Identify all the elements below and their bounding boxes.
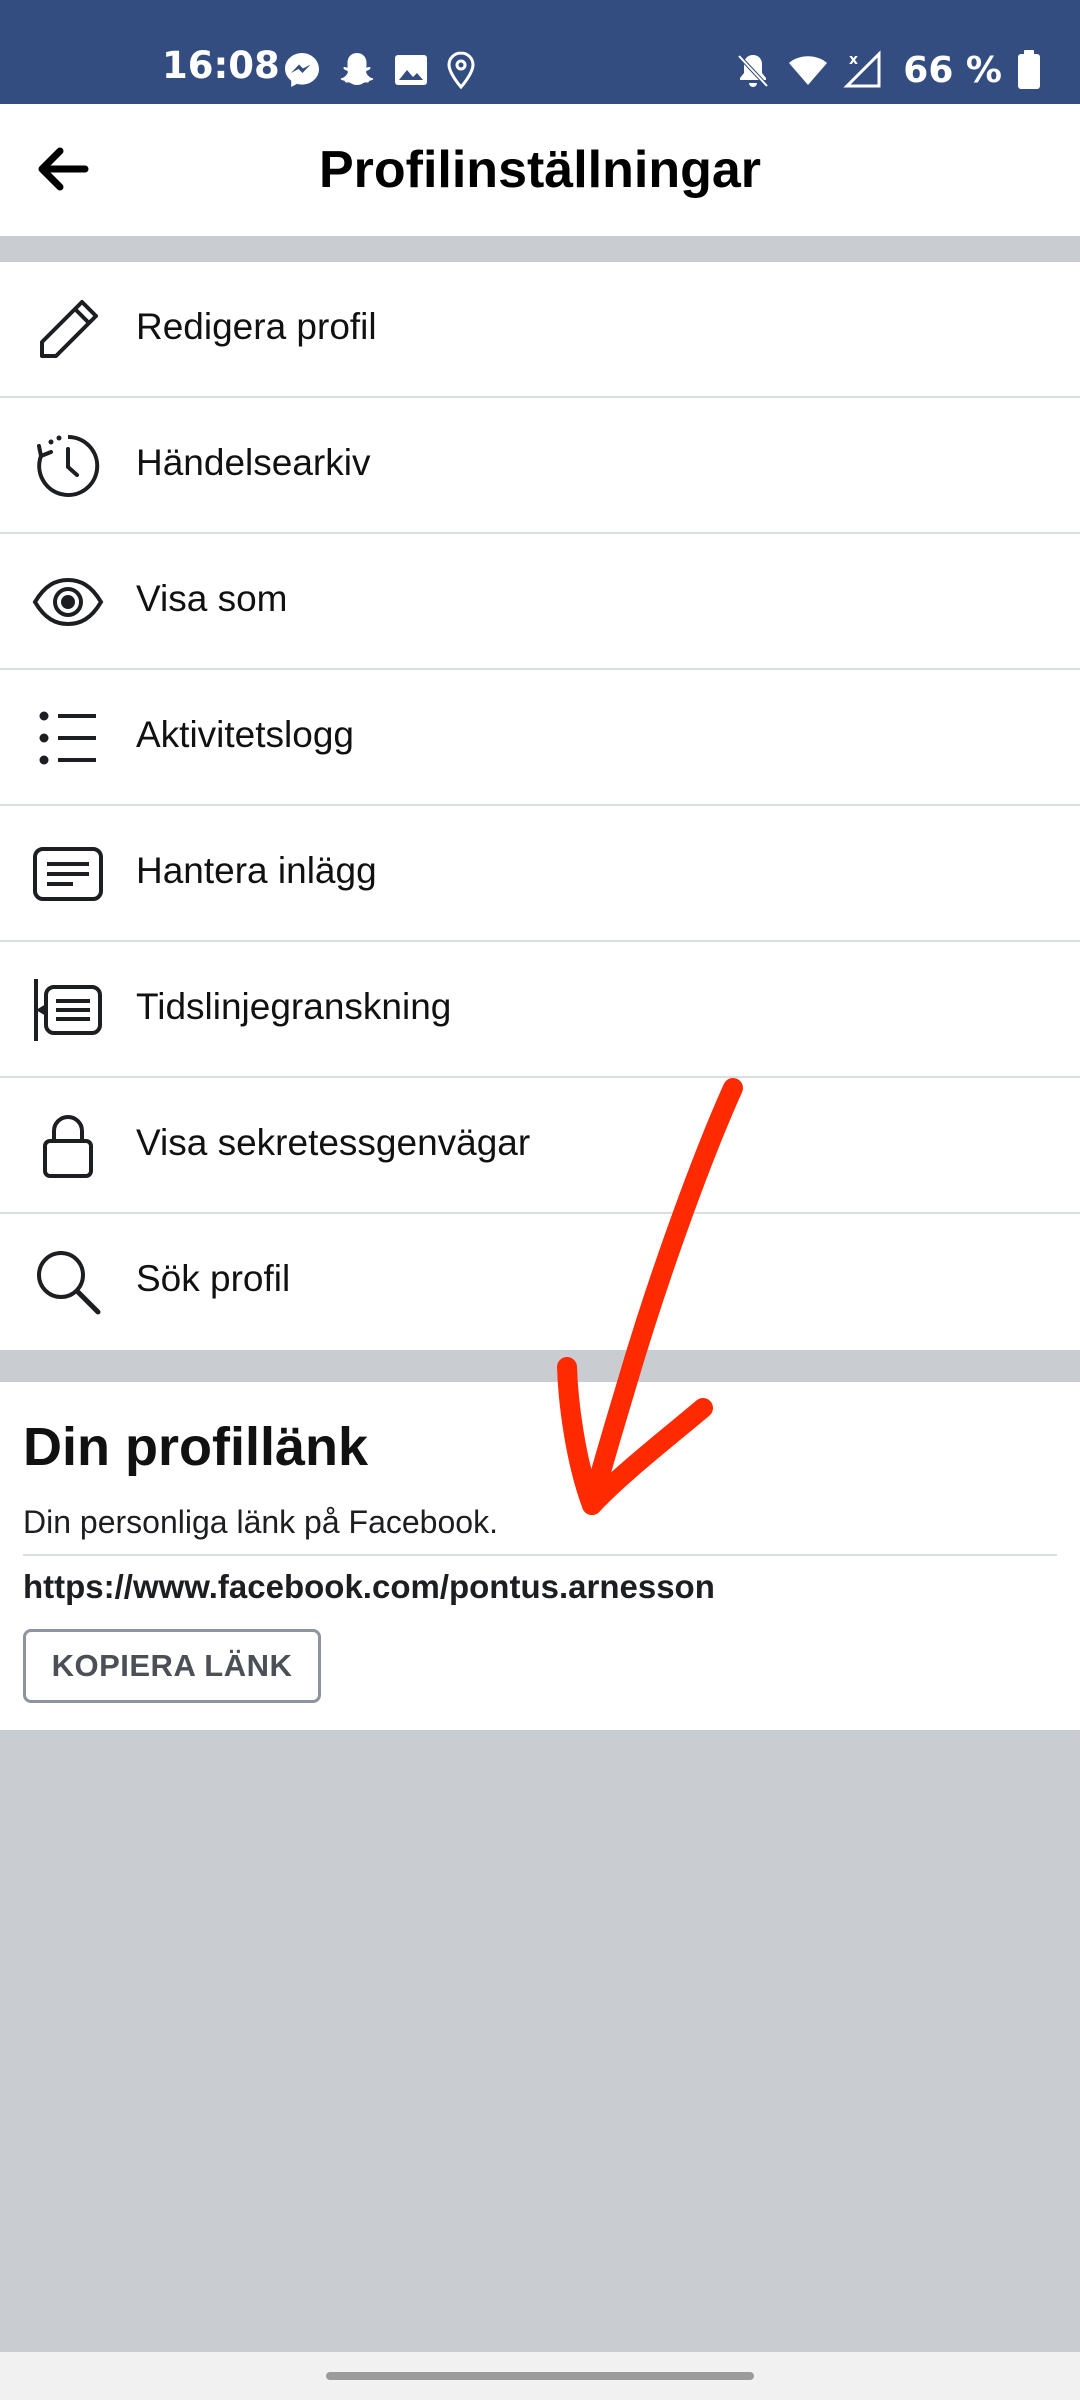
home-gesture-handle[interactable]: [326, 2372, 754, 2380]
annotation-arrow: [557, 1078, 743, 1515]
navigation-bar: [0, 2352, 1080, 2400]
